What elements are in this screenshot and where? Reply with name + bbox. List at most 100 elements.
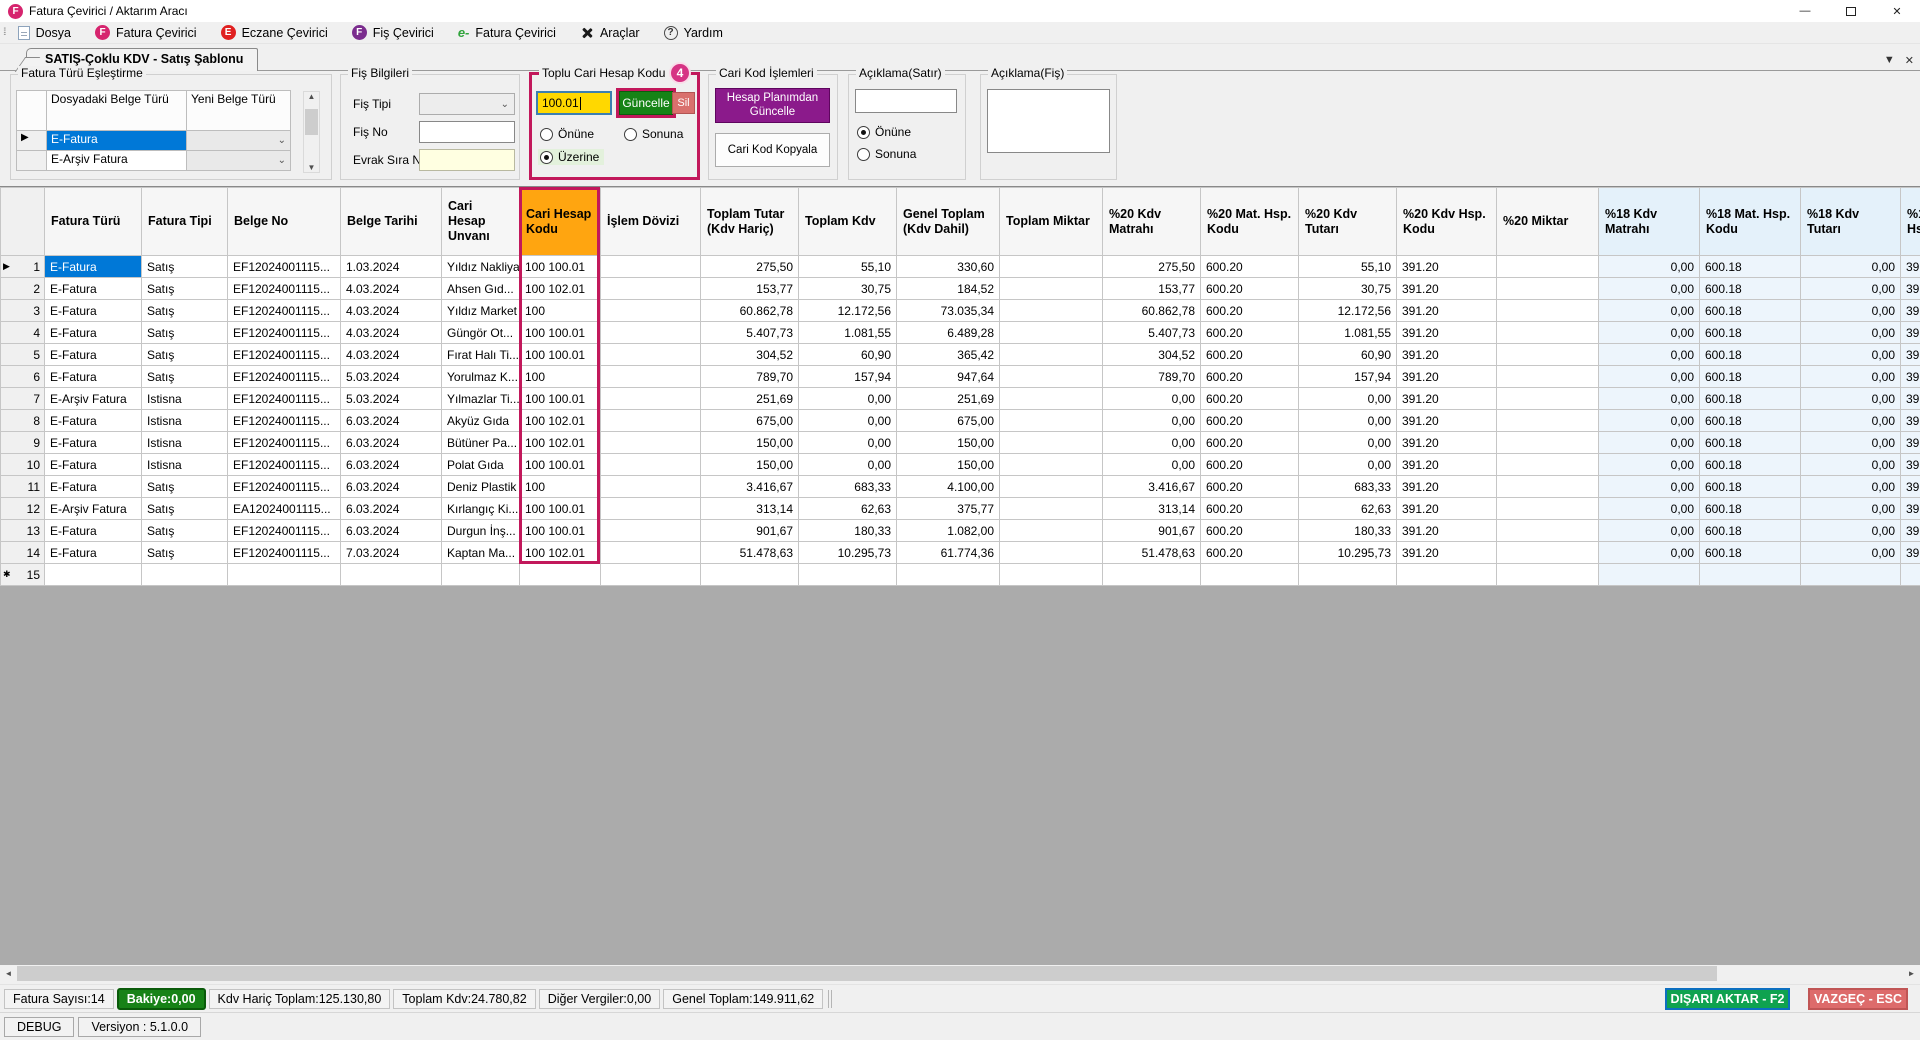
table-cell[interactable]: 0,00: [1599, 300, 1700, 322]
table-cell[interactable]: [1700, 564, 1801, 586]
table-cell[interactable]: [1497, 498, 1599, 520]
table-cell[interactable]: 51.478,63: [1103, 542, 1201, 564]
table-cell[interactable]: Satış: [142, 300, 228, 322]
table-cell[interactable]: 600.20: [1201, 366, 1299, 388]
table-cell[interactable]: E-Fatura: [45, 476, 142, 498]
table-cell[interactable]: 100: [520, 300, 601, 322]
table-cell[interactable]: 365,42: [897, 344, 1000, 366]
fis-no-input[interactable]: [419, 121, 515, 143]
table-cell[interactable]: [1901, 564, 1920, 586]
table-cell[interactable]: 0,00: [1599, 410, 1700, 432]
table-cell[interactable]: 600.18: [1700, 542, 1801, 564]
column-header[interactable]: %20 Kdv Tutarı: [1299, 188, 1397, 256]
table-cell[interactable]: [1201, 564, 1299, 586]
table-cell[interactable]: [1000, 300, 1103, 322]
scroll-down-icon[interactable]: ▼: [308, 163, 316, 172]
table-cell[interactable]: 6.03.2024: [341, 454, 442, 476]
minimize-button[interactable]: —: [1782, 0, 1828, 22]
table-cell[interactable]: 600.18: [1700, 520, 1801, 542]
table-cell[interactable]: 391.18: [1901, 256, 1920, 278]
table-cell[interactable]: 789,70: [701, 366, 799, 388]
mapping-row-efatura[interactable]: E-Fatura: [46, 130, 187, 151]
table-cell[interactable]: 600.18: [1700, 344, 1801, 366]
table-cell[interactable]: Bütüner Pa...: [442, 432, 520, 454]
table-cell[interactable]: 391.18: [1901, 300, 1920, 322]
table-cell[interactable]: 391.18: [1901, 388, 1920, 410]
column-header[interactable]: Belge No: [228, 188, 341, 256]
table-cell[interactable]: 0,00: [1599, 498, 1700, 520]
table-cell[interactable]: [1497, 388, 1599, 410]
table-cell[interactable]: [601, 520, 701, 542]
table-cell[interactable]: 0,00: [1103, 432, 1201, 454]
table-cell[interactable]: 6.489,28: [897, 322, 1000, 344]
table-cell[interactable]: [1000, 278, 1103, 300]
table-cell[interactable]: 0,00: [1801, 366, 1901, 388]
menu-item-fis-cevirici[interactable]: FFiş Çevirici: [343, 23, 443, 42]
fis-tipi-select[interactable]: ⌄: [419, 93, 515, 115]
table-cell[interactable]: 600.20: [1201, 322, 1299, 344]
table-cell[interactable]: Istisna: [142, 454, 228, 476]
scroll-left-icon[interactable]: ◄: [0, 965, 17, 982]
table-cell[interactable]: 150,00: [897, 454, 1000, 476]
table-cell[interactable]: 0,00: [1299, 410, 1397, 432]
menu-item-araclar[interactable]: Araçlar: [571, 23, 649, 42]
table-cell[interactable]: 1.03.2024: [341, 256, 442, 278]
table-cell[interactable]: E-Fatura: [45, 432, 142, 454]
table-cell[interactable]: 391.18: [1901, 520, 1920, 542]
table-cell[interactable]: 391.18: [1901, 366, 1920, 388]
table-cell[interactable]: Satış: [142, 344, 228, 366]
table-cell[interactable]: 0,00: [1299, 454, 1397, 476]
radio-sonuna[interactable]: Sonuna: [857, 147, 916, 161]
table-cell[interactable]: E-Arşiv Fatura: [45, 498, 142, 520]
table-cell[interactable]: [1497, 564, 1599, 586]
table-cell[interactable]: 391.18: [1901, 410, 1920, 432]
table-cell[interactable]: [601, 388, 701, 410]
table-cell[interactable]: [1000, 322, 1103, 344]
cari-kod-kopyala-button[interactable]: Cari Kod Kopyala: [715, 133, 830, 167]
table-cell[interactable]: 947,64: [897, 366, 1000, 388]
table-cell[interactable]: 55,10: [799, 256, 897, 278]
table-cell[interactable]: E-Fatura: [45, 366, 142, 388]
column-header[interactable]: %20 Kdv Hsp. Kodu: [1397, 188, 1497, 256]
table-cell[interactable]: 391.18: [1901, 344, 1920, 366]
table-cell[interactable]: Istisna: [142, 410, 228, 432]
table-cell[interactable]: [601, 432, 701, 454]
table-cell[interactable]: 0,00: [1801, 278, 1901, 300]
column-header[interactable]: İşlem Dövizi: [601, 188, 701, 256]
table-cell[interactable]: [1000, 432, 1103, 454]
row-header[interactable]: 3: [1, 300, 45, 322]
table-cell[interactable]: 304,52: [1103, 344, 1201, 366]
radio-onune[interactable]: Önüne: [540, 127, 594, 141]
table-cell[interactable]: E-Fatura: [45, 322, 142, 344]
table-cell[interactable]: 6.03.2024: [341, 498, 442, 520]
table-cell[interactable]: [1497, 322, 1599, 344]
table-cell[interactable]: 600.20: [1201, 542, 1299, 564]
table-cell[interactable]: 100 100.01: [520, 322, 601, 344]
table-cell[interactable]: [1000, 366, 1103, 388]
table-cell[interactable]: [601, 410, 701, 432]
row-header[interactable]: ▶1: [1, 256, 45, 278]
table-cell[interactable]: 901,67: [1103, 520, 1201, 542]
table-cell[interactable]: [701, 564, 799, 586]
table-cell[interactable]: 0,00: [799, 388, 897, 410]
table-cell[interactable]: 60,90: [1299, 344, 1397, 366]
table-cell[interactable]: 391.20: [1397, 366, 1497, 388]
table-cell[interactable]: [1299, 564, 1397, 586]
menu-item-yardim[interactable]: ?Yardım: [655, 23, 732, 42]
table-cell[interactable]: EF12024001115...: [228, 344, 341, 366]
table-cell[interactable]: Yılmazlar Ti...: [442, 388, 520, 410]
table-cell[interactable]: 0,00: [1299, 432, 1397, 454]
table-cell[interactable]: 180,33: [1299, 520, 1397, 542]
table-cell[interactable]: [1103, 564, 1201, 586]
table-cell[interactable]: 789,70: [1103, 366, 1201, 388]
table-cell[interactable]: [601, 564, 701, 586]
table-cell[interactable]: 0,00: [1103, 410, 1201, 432]
table-cell[interactable]: 100 100.01: [520, 520, 601, 542]
table-cell[interactable]: 391.20: [1397, 542, 1497, 564]
table-cell[interactable]: [1000, 476, 1103, 498]
table-cell[interactable]: EF12024001115...: [228, 366, 341, 388]
table-cell[interactable]: 60.862,78: [701, 300, 799, 322]
table-cell[interactable]: Kırlangıç Ki...: [442, 498, 520, 520]
table-cell[interactable]: 600.18: [1700, 388, 1801, 410]
table-cell[interactable]: Satış: [142, 322, 228, 344]
